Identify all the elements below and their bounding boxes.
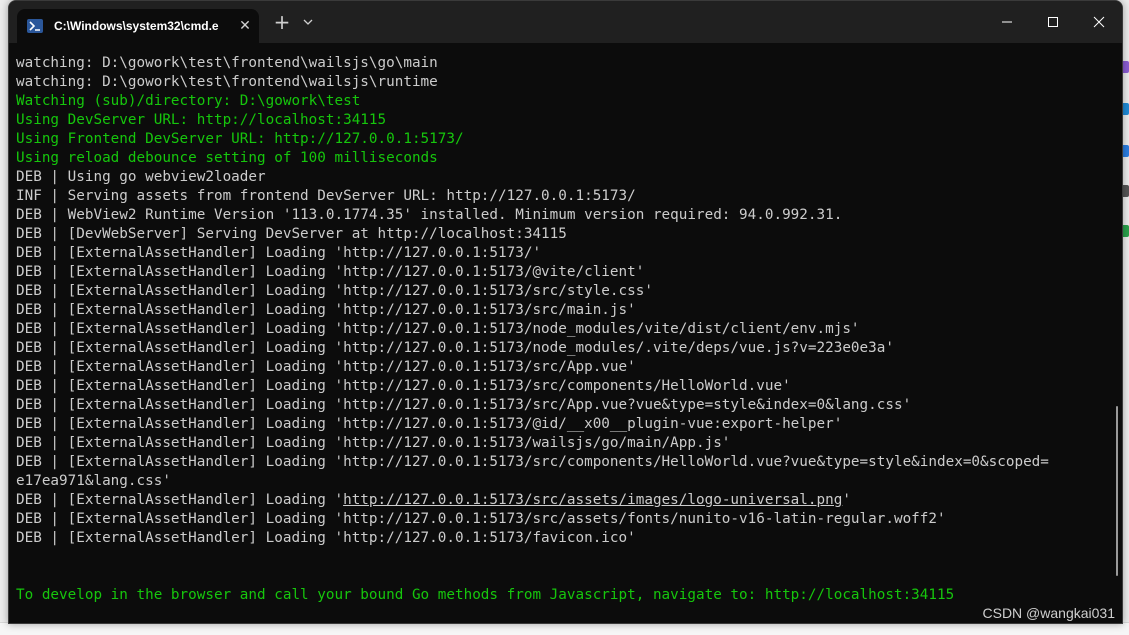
watermark: CSDN @wangkai031 [982,605,1116,621]
terminal-line: DEB | [ExternalAssetHandler] Loading 'ht… [16,263,1122,282]
terminal-line-text: DEB | Using go webview2loader [16,169,266,185]
terminal-line: DEB | WebView2 Runtime Version '113.0.17… [16,206,1122,225]
terminal-line-text: DEB | [ExternalAssetHandler] Loading 'ht… [16,397,912,413]
close-icon [1093,16,1105,28]
desktop: C:\Windows\system32\cmd.e ✕ + watching: … [0,0,1129,635]
terminal-line: DEB | [ExternalAssetHandler] Loading 'ht… [16,282,1122,301]
terminal-line: Using reload debounce setting of 100 mil… [16,149,1122,168]
terminal-line-text: INF | Serving assets from frontend DevSe… [16,188,636,204]
terminal-line-text: DEB | [ExternalAssetHandler] Loading ' [16,492,344,508]
terminal-line: DEB | [ExternalAssetHandler] Loading 'ht… [16,453,1122,472]
tab-title: C:\Windows\system32\cmd.e [54,19,219,33]
terminal-line: DEB | [ExternalAssetHandler] Loading 'ht… [16,396,1122,415]
powershell-icon [27,19,43,33]
terminal-line: DEB | [DevWebServer] Serving DevServer a… [16,225,1122,244]
terminal-line-text: e17ea971&lang.css' [16,473,171,489]
terminal-line: DEB | [ExternalAssetHandler] Loading 'ht… [16,434,1122,453]
terminal-line-text: DEB | [ExternalAssetHandler] Loading 'ht… [16,283,653,299]
terminal-line: DEB | [ExternalAssetHandler] Loading 'ht… [16,244,1122,263]
terminal-line-text: DEB | [ExternalAssetHandler] Loading 'ht… [16,511,946,527]
maximize-button[interactable] [1030,1,1076,43]
terminal-line: DEB | [ExternalAssetHandler] Loading 'ht… [16,320,1122,339]
terminal-line-text: DEB | [ExternalAssetHandler] Loading 'ht… [16,416,843,432]
tab-cmd[interactable]: C:\Windows\system32\cmd.e ✕ [17,9,259,43]
terminal-line-text: DEB | [ExternalAssetHandler] Loading 'ht… [16,359,636,375]
terminal-line-text: watching: D:\gowork\test\frontend\wailsj… [16,55,438,71]
terminal-line: DEB | [ExternalAssetHandler] Loading 'ht… [16,510,1122,529]
terminal-line: Watching (sub)/directory: D:\gowork\test [16,92,1122,111]
terminal-link[interactable]: http://127.0.0.1:5173/src/assets/images/… [343,492,842,508]
terminal-line-text: DEB | [ExternalAssetHandler] Loading 'ht… [16,454,1049,470]
terminal-line-text: Watching (sub)/directory: D:\gowork\test [16,93,361,109]
terminal-window: C:\Windows\system32\cmd.e ✕ + watching: … [8,0,1123,624]
terminal-line: DEB | [ExternalAssetHandler] Loading 'ht… [16,415,1122,434]
terminal-line: watching: D:\gowork\test\frontend\wailsj… [16,54,1122,73]
terminal-line: DEB | [ExternalAssetHandler] Loading 'ht… [16,377,1122,396]
terminal-line: DEB | Using go webview2loader [16,168,1122,187]
terminal-line: DEB | [ExternalAssetHandler] Loading 'ht… [16,301,1122,320]
terminal-line-text: DEB | [DevWebServer] Serving DevServer a… [16,226,567,242]
terminal-line-text: To develop in the browser and call your … [16,587,955,603]
terminal-line-text: DEB | [ExternalAssetHandler] Loading 'ht… [16,378,791,394]
close-window-button[interactable] [1076,1,1122,43]
terminal-line: INF | Serving assets from frontend DevSe… [16,187,1122,206]
terminal-line-text: Using Frontend DevServer URL: http://127… [16,131,464,147]
close-tab-icon[interactable]: ✕ [237,18,253,34]
terminal-line-text: Using reload debounce setting of 100 mil… [16,150,438,166]
terminal-line: Using Frontend DevServer URL: http://127… [16,130,1122,149]
terminal-line-text: Using DevServer URL: http://localhost:34… [16,112,387,128]
minimize-button[interactable] [984,1,1030,43]
terminal-line: DEB | [ExternalAssetHandler] Loading 'ht… [16,529,1122,548]
terminal-line-text: DEB | [ExternalAssetHandler] Loading 'ht… [16,435,731,451]
terminal-line-text: DEB | [ExternalAssetHandler] Loading 'ht… [16,340,894,356]
terminal-line-text: DEB | [ExternalAssetHandler] Loading 'ht… [16,264,645,280]
scrollbar[interactable] [1116,406,1118,576]
terminal-line: e17ea971&lang.css' [16,472,1122,491]
terminal-line: watching: D:\gowork\test\frontend\wailsj… [16,73,1122,92]
minimize-icon [1002,21,1012,23]
chevron-down-icon[interactable] [299,9,317,35]
title-bar[interactable]: C:\Windows\system32\cmd.e ✕ + [9,1,1122,43]
terminal-output[interactable]: watching: D:\gowork\test\frontend\wailsj… [9,43,1122,623]
terminal-line-text: DEB | [ExternalAssetHandler] Loading 'ht… [16,321,860,337]
terminal-line-text: DEB | [ExternalAssetHandler] Loading 'ht… [16,530,636,546]
new-tab-button[interactable]: + [270,9,294,35]
terminal-line: Using DevServer URL: http://localhost:34… [16,111,1122,130]
terminal-line: To develop in the browser and call your … [16,586,1122,605]
maximize-icon [1048,17,1058,27]
terminal-line-text: watching: D:\gowork\test\frontend\wailsj… [16,74,438,90]
terminal-line: DEB | [ExternalAssetHandler] Loading 'ht… [16,339,1122,358]
terminal-line-text: DEB | [ExternalAssetHandler] Loading 'ht… [16,245,542,261]
terminal-line: DEB | [ExternalAssetHandler] Loading 'ht… [16,491,1122,510]
terminal-line-text: DEB | WebView2 Runtime Version '113.0.17… [16,207,843,223]
terminal-line-suffix: ' [842,492,851,508]
terminal-line-text: DEB | [ExternalAssetHandler] Loading 'ht… [16,302,636,318]
terminal-line: DEB | [ExternalAssetHandler] Loading 'ht… [16,358,1122,377]
